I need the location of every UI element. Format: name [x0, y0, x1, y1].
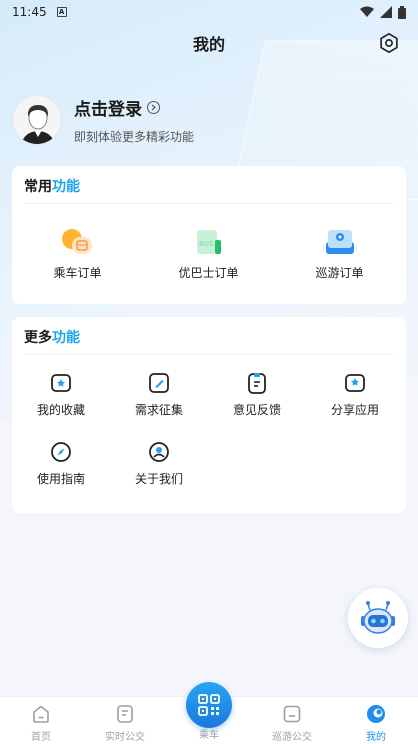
nav-label: 实时公交	[105, 732, 145, 743]
tour-bus-icon	[283, 705, 301, 723]
feature-feedback[interactable]: 意见反馈	[208, 371, 306, 418]
svg-text:BUS: BUS	[199, 240, 214, 248]
common-functions-card: 常用功能 乘车订单 BUS 优巴士订单 巡游订单	[12, 166, 406, 304]
wifi-icon	[360, 6, 374, 17]
share-icon	[345, 374, 365, 392]
battery-icon	[398, 5, 406, 19]
more-functions-card: 更多功能 我的收藏 需求征集 意见反馈 分享应用 使用指南 关于我们	[12, 317, 406, 513]
robot-icon	[361, 601, 395, 634]
feature-label: 我的收藏	[36, 403, 85, 417]
page-header: 我的	[0, 24, 418, 62]
nav-profile[interactable]: 我的	[336, 697, 416, 744]
profile-icon	[367, 705, 385, 723]
about-icon	[149, 442, 169, 462]
nav-label: 首页	[31, 732, 51, 743]
bus-ticket-icon: BUS	[196, 230, 221, 254]
nav-tour-bus[interactable]: 巡游公交	[252, 697, 332, 744]
more-title-accent: 功能	[52, 330, 80, 346]
bus-order-icon	[61, 229, 92, 254]
nav-realtime-bus[interactable]: 实时公交	[85, 697, 165, 744]
feature-about[interactable]: 关于我们	[110, 440, 208, 487]
common-functions-title: 常用功能	[12, 166, 406, 203]
assistant-robot-button[interactable]	[348, 588, 408, 648]
feature-guide[interactable]: 使用指南	[12, 440, 110, 487]
nav-label: 我的	[366, 732, 386, 743]
more-functions-title: 更多功能	[12, 317, 406, 354]
realtime-bus-icon	[117, 705, 133, 723]
sim-icon: A	[56, 7, 67, 17]
signal-icon	[380, 6, 392, 18]
common-title-prefix: 常用	[24, 179, 52, 195]
settings-icon[interactable]	[378, 32, 400, 54]
feature-label: 使用指南	[36, 472, 85, 486]
feature-label: 需求征集	[134, 403, 183, 417]
page-title: 我的	[192, 35, 225, 54]
feature-tour-orders[interactable]: 巡游订单	[274, 226, 405, 281]
status-bar: 11:45 A	[0, 0, 418, 24]
status-time: 11:45	[12, 5, 47, 19]
nav-label: 巡游公交	[272, 732, 312, 743]
tour-map-icon	[325, 230, 354, 254]
feature-label: 优巴士订单	[178, 266, 239, 280]
common-title-accent: 功能	[52, 179, 80, 195]
feature-label: 关于我们	[134, 472, 183, 486]
login-subtitle: 即刻体验更多精彩功能	[74, 130, 195, 144]
feature-label: 分享应用	[330, 403, 379, 417]
nav-ride-button[interactable]	[186, 682, 232, 728]
feature-label: 乘车订单	[53, 266, 102, 280]
feature-share[interactable]: 分享应用	[306, 371, 404, 418]
nav-ride-label[interactable]: 乘车	[188, 726, 230, 741]
chevron-right-icon[interactable]	[147, 101, 160, 114]
profile-text: 点击登录 即刻体验更多精彩功能	[74, 95, 194, 145]
feature-favorites[interactable]: 我的收藏	[12, 371, 110, 418]
feature-ride-orders[interactable]: 乘车订单	[12, 226, 143, 281]
login-link[interactable]: 点击登录	[74, 95, 142, 120]
qr-code-icon	[198, 694, 220, 716]
login-line[interactable]: 点击登录	[74, 95, 194, 120]
favorite-icon	[51, 374, 71, 392]
more-title-prefix: 更多	[24, 330, 52, 346]
feedback-icon	[248, 373, 266, 394]
edit-icon	[149, 373, 169, 393]
default-avatar-icon	[13, 96, 61, 144]
home-icon	[33, 705, 49, 723]
compass-icon	[51, 442, 71, 462]
profile-section[interactable]: 点击登录 即刻体验更多精彩功能	[12, 94, 406, 146]
feature-requests[interactable]: 需求征集	[110, 371, 208, 418]
avatar[interactable]	[12, 95, 62, 145]
feature-label: 意见反馈	[232, 403, 281, 417]
feature-label: 巡游订单	[315, 266, 364, 280]
feature-ubus-orders[interactable]: BUS 优巴士订单	[143, 226, 274, 281]
nav-home[interactable]: 首页	[1, 697, 81, 744]
